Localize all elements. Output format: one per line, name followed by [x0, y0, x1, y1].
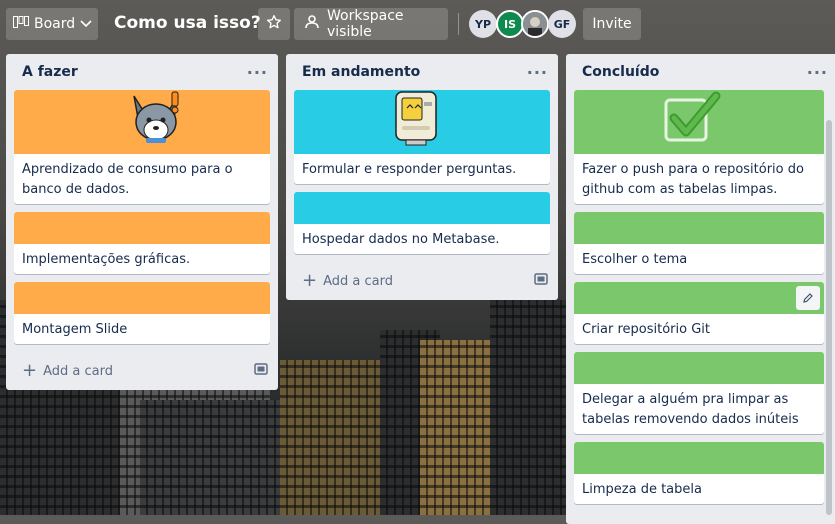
husky-sticker-icon: [133, 91, 179, 143]
card-title: Limpeza de tabela: [582, 482, 702, 497]
card[interactable]: Criar repositório Git: [574, 282, 824, 344]
header-divider: [458, 13, 459, 35]
card-cover: [14, 212, 270, 244]
star-board-button[interactable]: [258, 8, 290, 40]
card[interactable]: Delegar a alguém pra limpar as tabelas r…: [574, 352, 824, 434]
plus-icon: +: [302, 270, 318, 291]
workspace-visibility-button[interactable]: Workspace visible: [294, 8, 448, 40]
board-view-label: Board: [34, 16, 76, 32]
people-icon: [304, 15, 320, 33]
add-card-row: + Add a card: [6, 352, 278, 390]
list-header: Concluído ···: [566, 54, 835, 90]
list-menu-icon[interactable]: ···: [807, 63, 828, 82]
card-title: Fazer o push para o repositório do githu…: [582, 162, 804, 197]
list-a-fazer: A fazer ··· Aprendizado de consumo para …: [6, 54, 278, 390]
add-card-button[interactable]: + Add a card: [22, 362, 113, 380]
card-cover: [574, 90, 824, 154]
list-menu-icon[interactable]: ···: [247, 63, 268, 82]
pencil-icon: [803, 293, 813, 303]
card[interactable]: Limpeza de tabela: [574, 442, 824, 504]
template-icon[interactable]: [254, 363, 268, 379]
check-sticker-icon: [664, 91, 721, 142]
card-cover: [574, 212, 824, 244]
add-card-button[interactable]: + Add a card: [302, 272, 393, 290]
list-scrollbar[interactable]: [826, 120, 832, 515]
list-header: Em andamento ···: [286, 54, 558, 90]
invite-button[interactable]: Invite: [583, 8, 641, 40]
avatar[interactable]: [521, 10, 549, 38]
card[interactable]: Hospedar dados no Metabase.: [294, 192, 550, 254]
workspace-visibility-label: Workspace visible: [327, 8, 404, 40]
edit-card-button[interactable]: [796, 286, 820, 310]
card[interactable]: Formular e responder perguntas.: [294, 90, 550, 184]
board-view-switcher[interactable]: Board: [6, 8, 98, 40]
list-em-andamento: Em andamento ··· Formular e responder pe…: [286, 54, 558, 300]
card[interactable]: Montagem Slide: [14, 282, 270, 344]
plus-icon: +: [22, 360, 38, 381]
card-title: Delegar a alguém pra limpar as tabelas r…: [582, 392, 799, 427]
chevron-down-icon: [80, 16, 92, 32]
user-photo-icon: [523, 12, 547, 36]
card-title: Criar repositório Git: [582, 322, 711, 337]
card-cover: [574, 442, 824, 474]
card-title: Implementações gráficas.: [22, 252, 191, 267]
card-cover: [14, 90, 270, 154]
list-header: A fazer ···: [6, 54, 278, 90]
avatar[interactable]: GF: [548, 10, 576, 38]
template-icon[interactable]: [534, 273, 548, 289]
card-title: Formular e responder perguntas.: [302, 162, 517, 177]
card[interactable]: Fazer o push para o repositório do githu…: [574, 90, 824, 204]
card-cover: [294, 90, 550, 154]
card[interactable]: Aprendizado de consumo para o banco de d…: [14, 90, 270, 204]
card-title: Hospedar dados no Metabase.: [302, 232, 500, 247]
list-title[interactable]: Concluído: [582, 64, 659, 80]
list-title[interactable]: Em andamento: [302, 64, 420, 80]
card-cover: [574, 282, 824, 314]
avatar[interactable]: IS: [496, 10, 524, 38]
card-title: Montagem Slide: [22, 322, 128, 337]
card-title: Escolher o tema: [582, 252, 688, 267]
card-title: Aprendizado de consumo para o banco de d…: [22, 162, 233, 197]
avatar[interactable]: YP: [469, 10, 497, 38]
list-menu-icon[interactable]: ···: [527, 63, 548, 82]
computer-sticker-icon: [395, 91, 437, 146]
board-header: Board Como usa isso? Workspace visible Y…: [0, 0, 835, 48]
add-card-label: Add a card: [43, 363, 113, 379]
card[interactable]: Escolher o tema: [574, 212, 824, 274]
board-view-icon: [13, 16, 29, 32]
card-cover: [14, 282, 270, 314]
add-card-row: + Add a card: [286, 262, 558, 300]
list-title[interactable]: A fazer: [22, 64, 78, 80]
card[interactable]: Implementações gráficas.: [14, 212, 270, 274]
card-cover: [574, 352, 824, 384]
list-concluido: Concluído ··· Fazer o push para o reposi…: [566, 54, 835, 524]
add-card-label: Add a card: [323, 273, 393, 289]
star-icon: [266, 14, 282, 34]
board-title[interactable]: Como usa isso?: [114, 13, 261, 33]
card-cover: [294, 192, 550, 224]
